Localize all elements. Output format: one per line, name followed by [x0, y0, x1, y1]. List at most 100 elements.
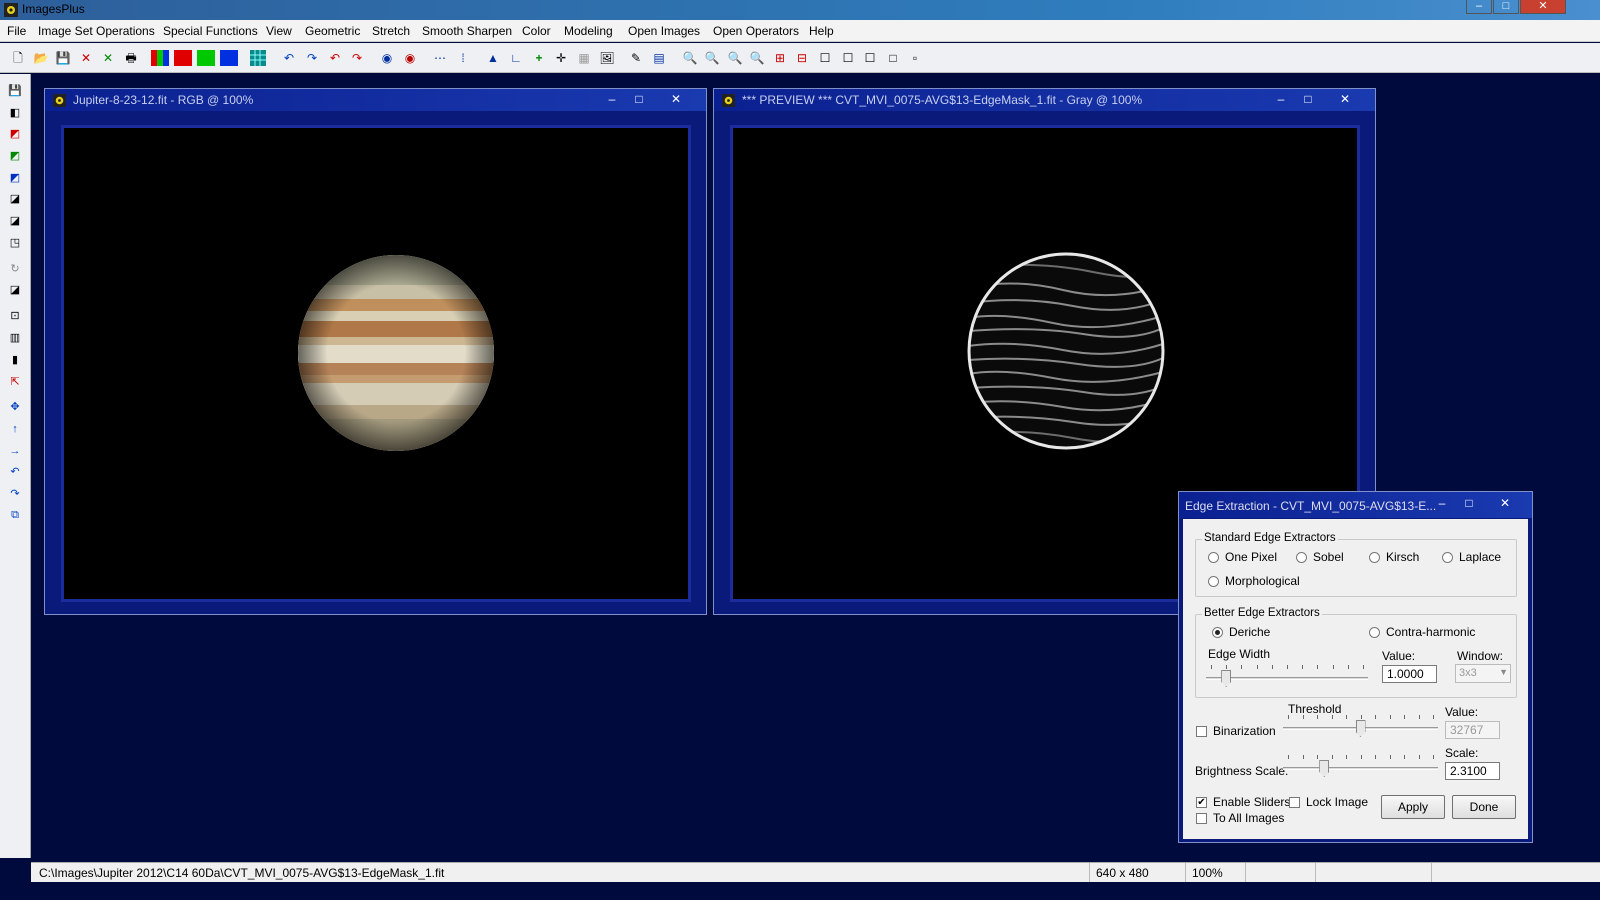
menu-open-images[interactable]: Open Images [628, 24, 700, 38]
grid-icon[interactable] [248, 48, 268, 68]
rgb-channels-icon[interactable] [150, 48, 170, 68]
dialog-minimize-button[interactable]: – [1431, 495, 1453, 511]
dialog-title-bar[interactable]: Edge Extraction - CVT_MVI_0075-AVG$13-E.… [1179, 492, 1532, 518]
menu-view[interactable]: View [266, 24, 292, 38]
close-image-icon[interactable]: ✕ [76, 48, 96, 68]
menu-geometric[interactable]: Geometric [305, 24, 360, 38]
table-icon[interactable]: ▦ [574, 48, 594, 68]
brightness-slider[interactable] [1283, 753, 1438, 777]
curves-icon[interactable]: ∟ [506, 48, 526, 68]
close-button[interactable]: ✕ [665, 91, 687, 107]
close-all-icon[interactable]: ✕ [98, 48, 118, 68]
layers-tool-icon[interactable]: ◪ [6, 190, 24, 208]
ellipse-mask-icon[interactable]: ◉ [400, 48, 420, 68]
radio-kirsch[interactable]: Kirsch [1369, 550, 1419, 564]
redo-icon[interactable]: ↷ [302, 48, 322, 68]
menu-smooth-sharpen[interactable]: Smooth Sharpen [422, 24, 512, 38]
radio-sobel[interactable]: Sobel [1296, 550, 1344, 564]
radio-one-pixel[interactable]: One Pixel [1208, 550, 1277, 564]
window-medium-icon[interactable]: ☐ [838, 48, 858, 68]
lock-image-checkbox[interactable]: Lock Image [1289, 795, 1368, 809]
select-tool-icon[interactable]: ⊡ [6, 307, 24, 325]
edge-value-input[interactable]: 1.0000 [1382, 665, 1437, 683]
zoom-fit-icon[interactable]: 🔍 [725, 48, 745, 68]
image-window-jupiter[interactable]: Jupiter-8-23-12.fit - RGB @ 100% – □ ✕ [44, 88, 707, 615]
app-minimize-button[interactable]: – [1466, 0, 1492, 14]
menu-special-functions[interactable]: Special Functions [163, 24, 258, 38]
image-edit-icon[interactable]: 🖼 [597, 48, 617, 68]
zoom-out-icon[interactable]: 🔍 [702, 48, 722, 68]
window-smaller-icon[interactable]: □ [883, 48, 903, 68]
mono-tool-icon[interactable]: ◧ [6, 104, 24, 122]
list-icon[interactable]: ▤ [649, 48, 669, 68]
zoom-actual-icon[interactable]: 🔍 [747, 48, 767, 68]
menu-file[interactable]: File [7, 24, 26, 38]
frame-tool-icon[interactable]: ⧉ [6, 506, 24, 524]
ellipse-select-icon[interactable]: ◉ [377, 48, 397, 68]
rotate-right-tool-icon[interactable]: ↷ [6, 485, 24, 503]
rotate-left-tool-icon[interactable]: ↶ [6, 463, 24, 481]
brightness-scale-input[interactable]: 2.3100 [1445, 762, 1500, 780]
binarization-checkbox[interactable]: Binarization [1196, 724, 1276, 738]
line-dots-icon[interactable]: ⋯ [430, 48, 450, 68]
bar-tool-icon[interactable]: ▮ [6, 351, 24, 369]
red-tool-icon[interactable]: ◩ [6, 125, 24, 143]
dialog-close-button[interactable]: ✕ [1494, 495, 1516, 511]
open-folder-icon[interactable]: 📂 [31, 48, 51, 68]
enable-sliders-checkbox[interactable]: ✔ Enable Sliders [1196, 795, 1290, 809]
minimize-button[interactable]: – [601, 91, 623, 107]
radio-deriche[interactable]: Deriche [1212, 625, 1270, 639]
window-select[interactable]: 3x3 ▼ [1455, 664, 1511, 683]
app-maximize-button[interactable]: □ [1493, 0, 1519, 14]
window-small-icon[interactable]: ☐ [860, 48, 880, 68]
minimize-button[interactable]: – [1270, 91, 1292, 107]
radio-contra-harmonic[interactable]: Contra-harmonic [1369, 625, 1475, 639]
apply-button[interactable]: Apply [1381, 795, 1445, 819]
pencil-icon[interactable]: ✎ [626, 48, 646, 68]
zoom-in-icon[interactable]: 🔍 [680, 48, 700, 68]
print-icon[interactable]: 🖶 [121, 48, 141, 68]
maximize-button[interactable]: □ [1297, 91, 1319, 107]
slider-thumb[interactable] [1355, 720, 1366, 737]
maximize-button[interactable]: □ [628, 91, 650, 107]
histogram-icon[interactable]: ▲ [483, 48, 503, 68]
rotate-tool-icon[interactable]: ↻ [6, 260, 24, 278]
gradient-tool-icon[interactable]: ◪ [6, 281, 24, 299]
save-icon[interactable]: 💾 [53, 48, 73, 68]
to-all-images-checkbox[interactable]: To All Images [1196, 811, 1284, 825]
redo-all-icon[interactable]: ↷ [347, 48, 367, 68]
window-title-bar[interactable]: Jupiter-8-23-12.fit - RGB @ 100% – □ ✕ [45, 89, 706, 111]
menu-color[interactable]: Color [522, 24, 551, 38]
arrow-up-tool-icon[interactable]: ↑ [6, 420, 24, 438]
new-file-icon[interactable]: 🗋 [8, 48, 28, 68]
points-icon[interactable]: ⁞ [453, 48, 473, 68]
menu-open-operators[interactable]: Open Operators [713, 24, 799, 38]
combine-tool-icon[interactable]: ◪ [6, 212, 24, 230]
edge-width-slider[interactable] [1206, 663, 1368, 687]
undo-all-icon[interactable]: ↶ [325, 48, 345, 68]
copy-tool-icon[interactable]: ◳ [6, 234, 24, 252]
crosshair-icon[interactable]: ✛ [551, 48, 571, 68]
green-channel-icon[interactable] [196, 48, 216, 68]
threshold-slider[interactable] [1283, 713, 1438, 737]
radio-morphological[interactable]: Morphological [1208, 574, 1300, 588]
green-tool-icon[interactable]: ◩ [6, 147, 24, 165]
menu-image-set-operations[interactable]: Image Set Operations [38, 24, 155, 38]
slider-thumb[interactable] [1221, 670, 1232, 687]
dialog-maximize-button[interactable]: □ [1458, 495, 1480, 511]
arrow-right-tool-icon[interactable]: → [6, 442, 24, 460]
zoom-plus-box-icon[interactable]: ⊞ [770, 48, 790, 68]
app-close-button[interactable]: ✕ [1520, 0, 1566, 14]
columns-tool-icon[interactable]: ▥ [6, 329, 24, 347]
zoom-minus-box-icon[interactable]: ⊟ [792, 48, 812, 68]
move-tool-icon[interactable]: ✥ [6, 398, 24, 416]
done-button[interactable]: Done [1452, 795, 1516, 819]
close-button[interactable]: ✕ [1334, 91, 1356, 107]
edge-extraction-dialog[interactable]: Edge Extraction - CVT_MVI_0075-AVG$13-E.… [1178, 491, 1533, 843]
pointer-tool-icon[interactable]: ⇱ [6, 373, 24, 391]
menu-stretch[interactable]: Stretch [372, 24, 410, 38]
blue-tool-icon[interactable]: ◩ [6, 169, 24, 187]
window-large-icon[interactable]: ☐ [815, 48, 835, 68]
image-canvas[interactable] [61, 125, 691, 602]
blue-channel-icon[interactable] [219, 48, 239, 68]
